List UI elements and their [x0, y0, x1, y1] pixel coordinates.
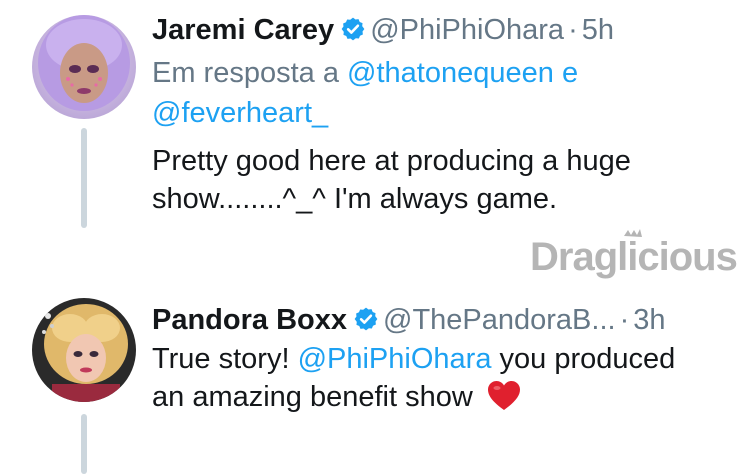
avatar[interactable] — [32, 15, 136, 119]
tweet-text-line-1: Pretty good here at producing a huge — [152, 145, 631, 177]
author-name[interactable]: Jaremi Carey — [152, 14, 334, 46]
reply-context: Em resposta a @thatonequeen e — [152, 54, 578, 92]
tweet-text-line-2: an amazing benefit show — [152, 378, 521, 416]
verified-badge-icon — [353, 305, 379, 331]
tweet-header: Jaremi Carey @PhiPhiOhara · 5h — [152, 12, 614, 48]
author-name[interactable]: Pandora Boxx — [152, 304, 347, 336]
text-segment: True story! — [152, 343, 290, 375]
author-handle[interactable]: @ThePandoraB... — [383, 304, 616, 336]
timestamp[interactable]: 5h — [582, 14, 614, 46]
tweet-1[interactable]: Jaremi Carey @PhiPhiOhara · 5h Em resposta… — [0, 0, 750, 230]
heart-emoji-icon — [487, 380, 521, 412]
text-segment: you produced — [499, 343, 676, 375]
reply-context-line-2: @feverheart_ — [152, 94, 328, 132]
watermark-text: Draglicious — [530, 235, 737, 279]
mention-link[interactable]: @PhiPhiOhara — [298, 343, 492, 375]
watermark-logo: Draglicious — [528, 226, 746, 288]
mention-link[interactable]: @feverheart_ — [152, 97, 328, 129]
text-segment: an amazing benefit show — [152, 381, 473, 413]
separator: · — [568, 14, 578, 46]
author-handle[interactable]: @PhiPhiOhara — [370, 14, 564, 46]
reply-conjunction: e — [561, 57, 579, 89]
reply-prefix: Em resposta a — [152, 57, 339, 89]
timestamp[interactable]: 3h — [633, 304, 665, 336]
tweet-text-line-2: show........^_^ I'm always game. — [152, 183, 558, 215]
tweet-header: Pandora Boxx @ThePandoraB... · 3h — [152, 302, 666, 338]
separator: · — [619, 304, 630, 336]
tweet-text-line-1: True story! @PhiPhiOhara you produced — [152, 340, 675, 378]
mention-link[interactable]: @thatonequeen — [347, 57, 554, 89]
verified-badge-icon — [340, 15, 366, 41]
tweet-2[interactable]: Pandora Boxx @ThePandoraB... · 3h True sto… — [0, 290, 750, 472]
avatar[interactable] — [32, 298, 136, 402]
